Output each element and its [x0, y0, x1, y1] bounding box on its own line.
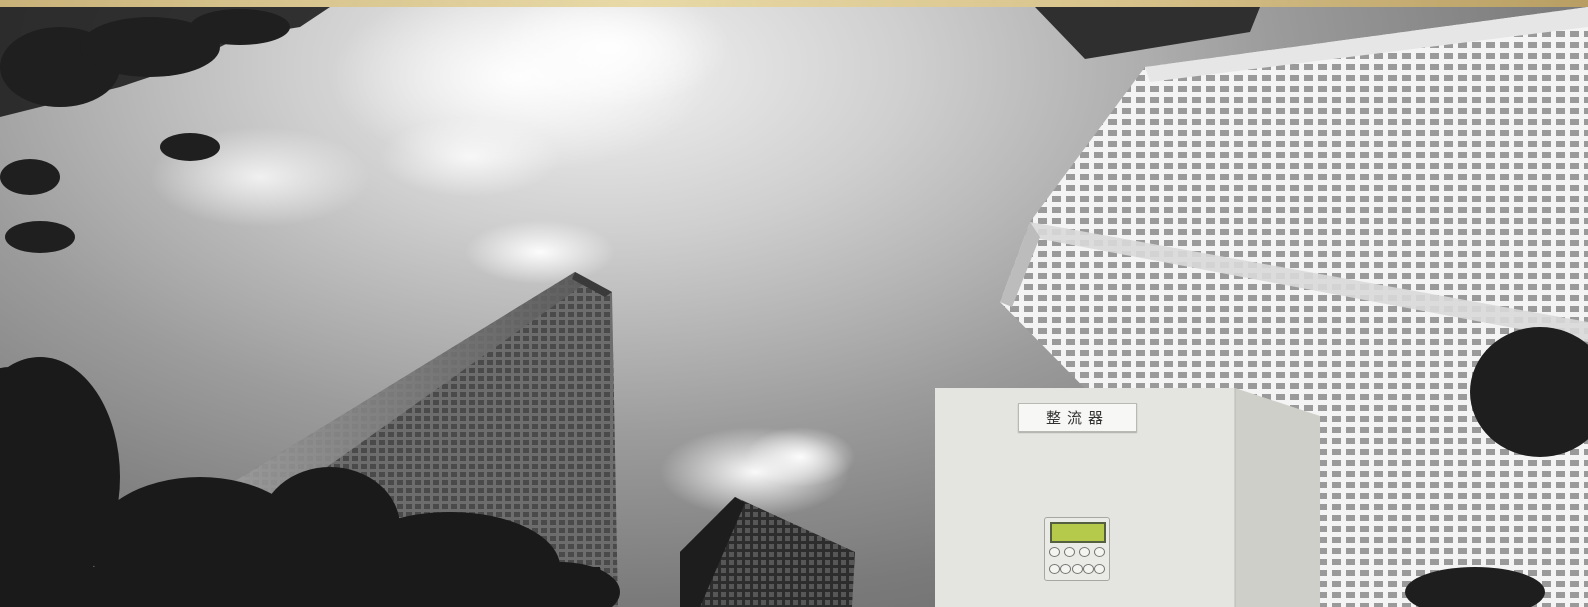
keypad-row-lower — [1049, 564, 1105, 574]
control-panel — [1044, 517, 1110, 581]
lcd-display — [1050, 522, 1106, 543]
keypad-button — [1071, 564, 1083, 574]
keypad-button — [1060, 564, 1072, 574]
cityscape-illustration — [0, 7, 1588, 607]
keypad-button — [1064, 547, 1075, 557]
keypad-row-upper — [1049, 547, 1105, 557]
top-dark-building — [1035, 7, 1260, 59]
keypad-button — [1049, 547, 1060, 557]
top-accent-strip — [0, 0, 1588, 7]
keypad-button — [1079, 547, 1090, 557]
hero-banner: 整流器 — [0, 0, 1588, 607]
keypad-button — [1082, 564, 1094, 574]
middle-dark-tower — [680, 497, 855, 607]
device-nameplate: 整流器 — [1018, 403, 1137, 432]
keypad-button — [1049, 564, 1060, 574]
keypad-button — [1094, 564, 1105, 574]
keypad-button — [1094, 547, 1105, 557]
